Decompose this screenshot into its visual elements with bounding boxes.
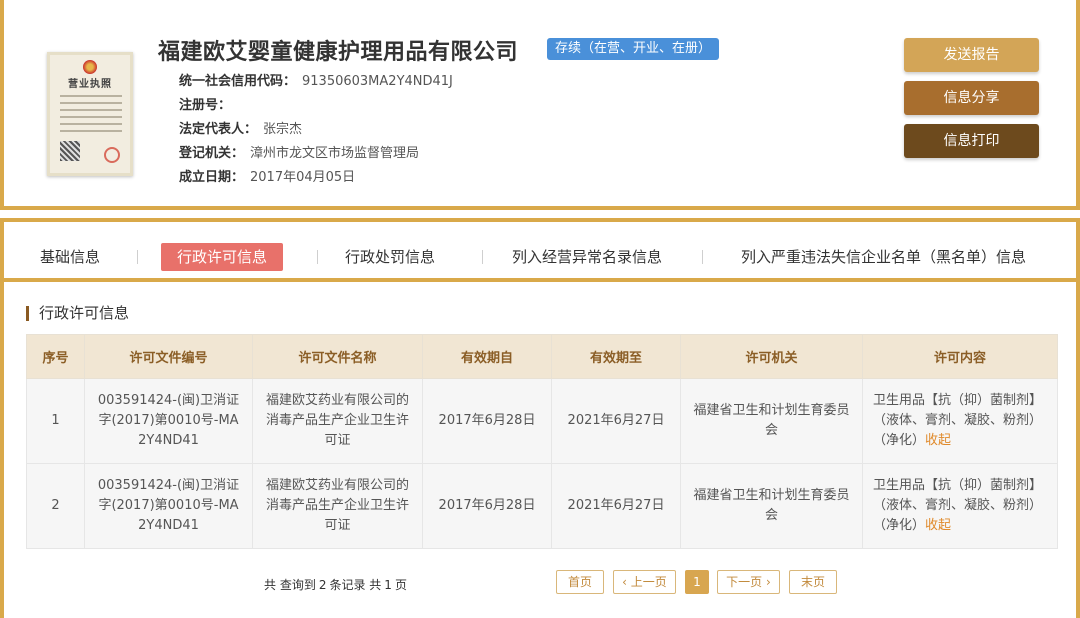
status-badge: 存续（在营、开业、在册） [547, 38, 720, 60]
cell-valid-to: 2021年6月27日 [551, 378, 681, 464]
cell-valid-to: 2021年6月27日 [551, 463, 681, 549]
page-count: 1 [384, 578, 392, 592]
info-label: 成立日期： [179, 170, 245, 185]
info-label: 注册号： [179, 98, 232, 113]
cell-authority: 福建省卫生和计划生育委员会 [680, 378, 863, 464]
tab-admin-license[interactable]: 行政许可信息 [161, 243, 284, 271]
license-text-lines [60, 95, 122, 137]
tab-basic-info[interactable]: 基础信息 [40, 242, 100, 272]
first-page-button[interactable]: 首页 [556, 570, 604, 594]
next-page-label: 下一页 [726, 575, 763, 589]
current-page-button[interactable]: 1 [685, 570, 709, 594]
company-name: 福建欧艾婴童健康护理用品有限公司 [158, 40, 519, 65]
header-doc-number: 许可文件编号 [84, 334, 253, 379]
tab-abnormal-operation[interactable]: 列入经营异常名录信息 [512, 242, 662, 272]
table-row: 2 003591424-(闽)卫消证字(2017)第0010号-MA2Y4ND4… [26, 463, 1058, 549]
print-info-button[interactable]: 信息打印 [904, 124, 1039, 158]
tab-divider [317, 250, 318, 264]
cell-doc-name: 福建欧艾药业有限公司的消毒产品生产企业卫生许可证 [252, 378, 423, 464]
header-valid-from: 有效期自 [422, 334, 552, 379]
info-value: 2017年04月05日 [250, 170, 356, 185]
qr-code-icon [60, 141, 80, 161]
cell-content: 卫生用品【抗（抑）菌制剂】（液体、膏剂、凝胶、粉剂）（净化）收起 [862, 463, 1058, 549]
info-reg-authority: 登记机关： 漳州市龙文区市场监督管理局 [179, 142, 419, 161]
content-text: 卫生用品【抗（抑）菌制剂】（液体、膏剂、凝胶、粉剂）（净化） [873, 393, 1043, 448]
header-content: 许可内容 [862, 334, 1058, 379]
main-panel: 基础信息 行政许可信息 行政处罚信息 列入经营异常名录信息 列入严重违法失信企业… [0, 218, 1080, 618]
tab-divider [137, 250, 138, 264]
pagination-summary: 共 查询到 2 条记录 共1页 [264, 576, 407, 593]
next-page-button[interactable]: 下一页 › [717, 570, 780, 594]
cell-authority: 福建省卫生和计划生育委员会 [680, 463, 863, 549]
tab-admin-penalty[interactable]: 行政处罚信息 [345, 242, 435, 272]
cell-doc-number: 003591424-(闽)卫消证字(2017)第0010号-MA2Y4ND41 [84, 378, 253, 464]
company-header: 营业执照 福建欧艾婴童健康护理用品有限公司 存续（在营、开业、在册） 统一社会信… [0, 0, 1080, 210]
summary-suffix: 页 [394, 578, 407, 592]
tab-blacklist[interactable]: 列入严重违法失信企业名单（黑名单）信息 [741, 242, 1026, 272]
section-title: 行政许可信息 [26, 306, 129, 321]
table-row: 1 003591424-(闽)卫消证字(2017)第0010号-MA2Y4ND4… [26, 378, 1058, 464]
header-no: 序号 [26, 334, 85, 379]
national-emblem-icon [83, 60, 97, 74]
summary-prefix: 共 查询到 [264, 578, 316, 592]
send-report-button[interactable]: 发送报告 [904, 38, 1039, 72]
header-authority: 许可机关 [680, 334, 863, 379]
last-page-button[interactable]: 末页 [789, 570, 837, 594]
content-text: 卫生用品【抗（抑）菌制剂】（液体、膏剂、凝胶、粉剂）（净化） [873, 478, 1043, 533]
cell-content: 卫生用品【抗（抑）菌制剂】（液体、膏剂、凝胶、粉剂）（净化）收起 [862, 378, 1058, 464]
cell-no: 1 [26, 378, 85, 464]
cell-valid-from: 2017年6月28日 [422, 463, 552, 549]
info-legal-rep: 法定代表人： 张宗杰 [179, 118, 302, 137]
tab-bar: 基础信息 行政许可信息 行政处罚信息 列入经营异常名录信息 列入严重违法失信企业… [4, 222, 1076, 282]
info-value: 91350603MA2Y4ND41J [302, 74, 453, 89]
info-value: 张宗杰 [263, 122, 303, 137]
header-valid-to: 有效期至 [551, 334, 681, 379]
license-title: 营业执照 [68, 79, 112, 90]
info-established-date: 成立日期： 2017年04月05日 [179, 166, 355, 185]
summary-mid: 条记录 共 [329, 578, 382, 592]
info-label: 登记机关： [179, 146, 245, 161]
tab-divider [702, 250, 703, 264]
share-info-button[interactable]: 信息分享 [904, 81, 1039, 115]
collapse-link[interactable]: 收起 [925, 433, 951, 448]
cell-valid-from: 2017年6月28日 [422, 378, 552, 464]
info-value: 漳州市龙文区市场监督管理局 [250, 146, 420, 161]
cell-doc-name: 福建欧艾药业有限公司的消毒产品生产企业卫生许可证 [252, 463, 423, 549]
seal-icon [104, 147, 120, 163]
cell-no: 2 [26, 463, 85, 549]
record-count: 2 [318, 578, 327, 592]
info-label: 统一社会信用代码： [179, 74, 297, 89]
prev-page-button[interactable]: ‹ 上一页 [613, 570, 676, 594]
tab-divider [482, 250, 483, 264]
cell-doc-number: 003591424-(闽)卫消证字(2017)第0010号-MA2Y4ND41 [84, 463, 253, 549]
business-license-image[interactable]: 营业执照 [47, 52, 133, 176]
header-doc-name: 许可文件名称 [252, 334, 423, 379]
collapse-link[interactable]: 收起 [925, 518, 951, 533]
prev-page-label: 上一页 [630, 575, 667, 589]
chevron-right-icon: › [762, 575, 771, 589]
info-reg-number: 注册号： [179, 94, 237, 113]
info-label: 法定代表人： [179, 122, 258, 137]
info-credit-code: 统一社会信用代码： 91350603MA2Y4ND41J [179, 70, 453, 89]
chevron-left-icon: ‹ [622, 575, 631, 589]
license-table: 序号 许可文件编号 许可文件名称 有效期自 有效期至 许可机关 许可内容 1 0… [26, 334, 1058, 549]
table-header-row: 序号 许可文件编号 许可文件名称 有效期自 有效期至 许可机关 许可内容 [26, 334, 1058, 379]
